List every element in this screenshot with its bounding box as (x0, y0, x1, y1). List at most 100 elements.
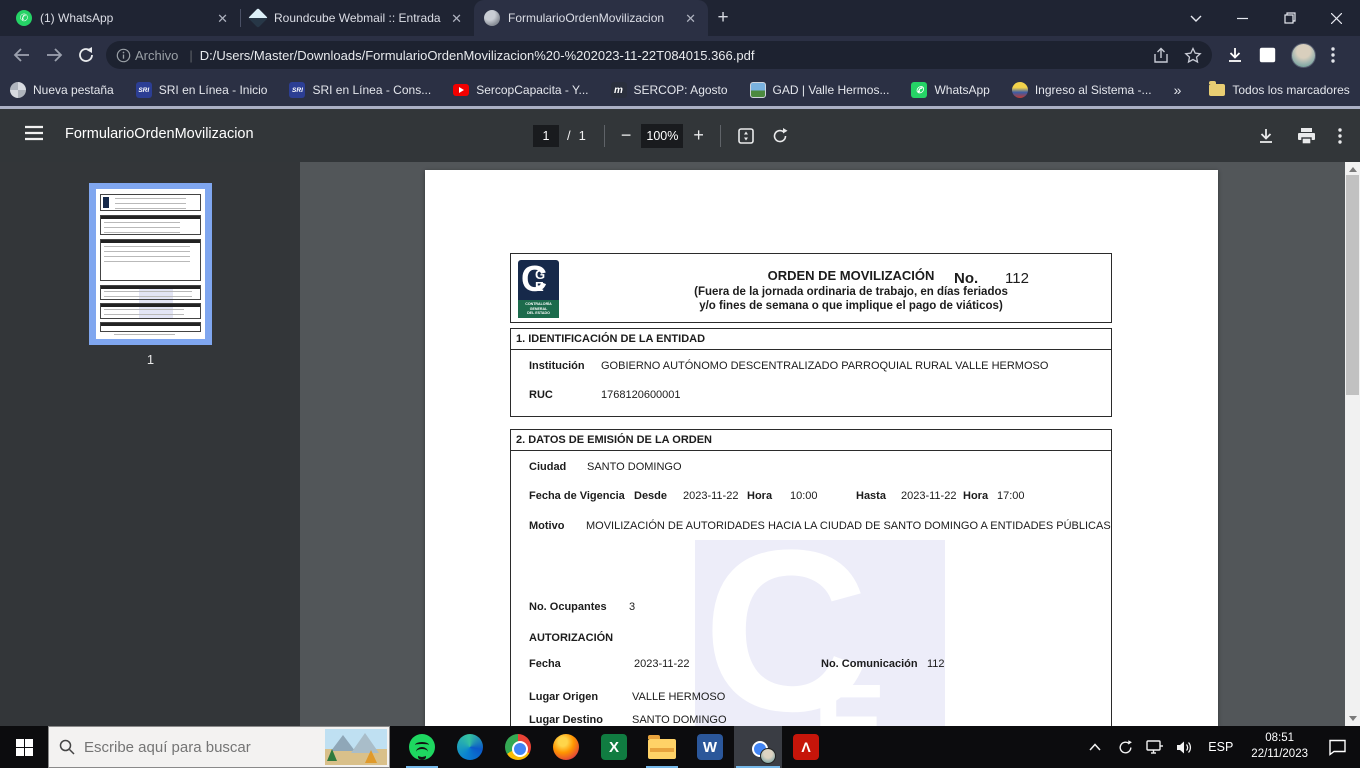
url-text[interactable]: D:/Users/Master/Downloads/FormularioOrde… (200, 48, 1144, 63)
tab-roundcube[interactable]: Roundcube Webmail :: Entrada ✕ (240, 0, 474, 36)
pdf-download-icon[interactable] (1257, 127, 1275, 145)
motivo-value: MOVILIZACIÓN DE AUTORIDADES HACIA LA CIU… (586, 520, 1111, 532)
pdf-print-icon[interactable] (1297, 127, 1316, 145)
browser-menu-icon[interactable] (1331, 47, 1335, 63)
browser-toolbar: Archivo | D:/Users/Master/Downloads/Form… (0, 36, 1360, 74)
youtube-icon (453, 84, 469, 96)
tab-label: (1) WhatsApp (40, 11, 207, 25)
taskbar-spotify[interactable] (398, 726, 446, 768)
tab-close-icon[interactable]: ✕ (215, 10, 230, 27)
tab-label: Roundcube Webmail :: Entrada (274, 11, 441, 25)
pdf-page-zoom-controls: / 1 − 100% + (533, 109, 789, 162)
search-icon (59, 739, 75, 755)
search-input[interactable] (84, 739, 284, 756)
window-controls (1172, 0, 1360, 36)
taskbar-word[interactable]: W (686, 726, 734, 768)
rotate-icon[interactable] (771, 127, 789, 145)
back-icon[interactable] (6, 47, 38, 63)
taskbar-chrome[interactable] (494, 726, 542, 768)
taskbar-excel[interactable]: X (590, 726, 638, 768)
minimize-button[interactable] (1219, 0, 1266, 36)
taskbar-chrome-profile-active[interactable] (734, 726, 782, 768)
share-icon[interactable] (1152, 47, 1170, 64)
action-center-icon[interactable] (1320, 739, 1354, 756)
desde-value: 2023-11-22 (683, 490, 738, 502)
search-highlights-image[interactable] (325, 729, 387, 765)
taskbar-search[interactable] (48, 726, 390, 768)
section-2-header: 2. DATOS DE EMISIÓN DE LA ORDEN (511, 430, 1111, 451)
ocupantes-value: 3 (629, 601, 635, 613)
bookmark-label: Ingreso al Sistema -... (1035, 83, 1152, 97)
address-bar[interactable]: Archivo | D:/Users/Master/Downloads/Form… (106, 41, 1212, 69)
tab-search-chevron-icon[interactable] (1172, 0, 1219, 36)
hora-hasta-value: 17:00 (997, 490, 1025, 502)
tab-close-icon[interactable]: ✕ (683, 10, 698, 27)
tray-clock[interactable]: 08:51 22/11/2023 (1251, 731, 1308, 762)
pdf-menu-icon[interactable] (24, 125, 44, 141)
forward-icon[interactable] (38, 47, 70, 63)
tab-close-icon[interactable]: ✕ (449, 10, 464, 27)
spotify-icon (409, 734, 435, 760)
tray-sync-icon[interactable] (1112, 739, 1138, 756)
tray-volume-icon[interactable] (1172, 740, 1198, 755)
scrollbar-thumb[interactable] (1346, 175, 1359, 395)
all-bookmarks-button[interactable]: Todos los marcadores (1209, 83, 1349, 97)
chrome-icon (505, 734, 531, 760)
zoom-in-button[interactable]: + (693, 125, 704, 146)
info-icon[interactable] (116, 48, 131, 63)
toolbar-right-icons (1226, 43, 1335, 68)
tab-formulario-active[interactable]: FormularioOrdenMovilizacion ✕ (474, 0, 708, 36)
new-tab-button[interactable]: + (708, 0, 738, 36)
scroll-down-icon[interactable] (1349, 716, 1357, 721)
pdf-document-title: FormularioOrdenMovilizacion (65, 126, 254, 142)
bookmark-sercop-agosto[interactable]: m SERCOP: Agosto (611, 82, 728, 98)
start-button[interactable] (0, 726, 48, 768)
bookmark-label: SRI en Línea - Inicio (159, 83, 268, 97)
tray-chevron-up-icon[interactable] (1082, 743, 1108, 751)
hora-desde-value: 10:00 (790, 490, 818, 502)
vertical-scrollbar[interactable] (1345, 162, 1360, 726)
bookmark-sri-consultas[interactable]: SRI SRI en Línea - Cons... (289, 82, 431, 98)
thumbnail-page-number: 1 (89, 352, 212, 367)
taskbar-file-explorer[interactable] (638, 726, 686, 768)
scroll-up-icon[interactable] (1349, 167, 1357, 172)
profile-avatar[interactable] (1291, 43, 1316, 68)
bookmark-ingreso-sistema[interactable]: Ingreso al Sistema -... (1012, 82, 1152, 98)
tray-date: 22/11/2023 (1251, 747, 1308, 763)
pdf-viewer-toolbar: FormularioOrdenMovilizacion / 1 − 100% + (0, 109, 1360, 162)
zoom-level[interactable]: 100% (641, 124, 683, 148)
form-header-box: C G E CONTRALORÍA GENERAL DEL ESTADO ORD… (510, 253, 1112, 323)
page-total: 1 (579, 128, 586, 143)
comunicacion-value: 112 (927, 658, 945, 670)
tray-network-icon[interactable] (1142, 739, 1168, 755)
reload-icon[interactable] (70, 46, 102, 64)
taskbar-firefox[interactable] (542, 726, 590, 768)
bookmark-label: Nueva pestaña (33, 83, 114, 97)
bookmark-gad-valle-hermoso[interactable]: GAD | Valle Hermos... (750, 82, 890, 98)
bookmark-sri-inicio[interactable]: SRI SRI en Línea - Inicio (136, 82, 268, 98)
side-panel-icon[interactable] (1259, 47, 1276, 63)
tab-whatsapp[interactable]: ✆ (1) WhatsApp ✕ (6, 0, 240, 36)
fit-to-page-icon[interactable] (737, 127, 755, 145)
close-window-button[interactable] (1313, 0, 1360, 36)
origen-value: VALLE HERMOSO (632, 691, 725, 703)
taskbar-edge[interactable] (446, 726, 494, 768)
zoom-out-button[interactable]: − (621, 125, 632, 146)
page-number-input[interactable] (533, 125, 559, 147)
pdf-action-icons (1257, 109, 1342, 162)
bookmark-label: WhatsApp (934, 83, 989, 97)
bookmark-star-icon[interactable] (1184, 47, 1202, 64)
taskbar-acrobat[interactable]: Λ (782, 726, 830, 768)
firefox-icon (553, 734, 579, 760)
downloads-icon[interactable] (1226, 46, 1244, 64)
language-indicator[interactable]: ESP (1208, 740, 1233, 754)
restore-button[interactable] (1266, 0, 1313, 36)
bookmark-sercopcapacita[interactable]: SercopCapacita - Y... (453, 83, 588, 97)
bookmark-whatsapp[interactable]: ✆ WhatsApp (911, 82, 989, 98)
pdf-more-icon[interactable] (1338, 128, 1342, 144)
bookmark-nueva-pestana[interactable]: Nueva pestaña (10, 82, 114, 98)
document-subtitle-line2: y/o fines de semana o que implique el pa… (631, 299, 1071, 313)
bookmarks-overflow-icon[interactable]: » (1174, 82, 1182, 98)
system-tray: ESP 08:51 22/11/2023 (1082, 726, 1360, 768)
page-thumbnail[interactable] (89, 183, 212, 345)
